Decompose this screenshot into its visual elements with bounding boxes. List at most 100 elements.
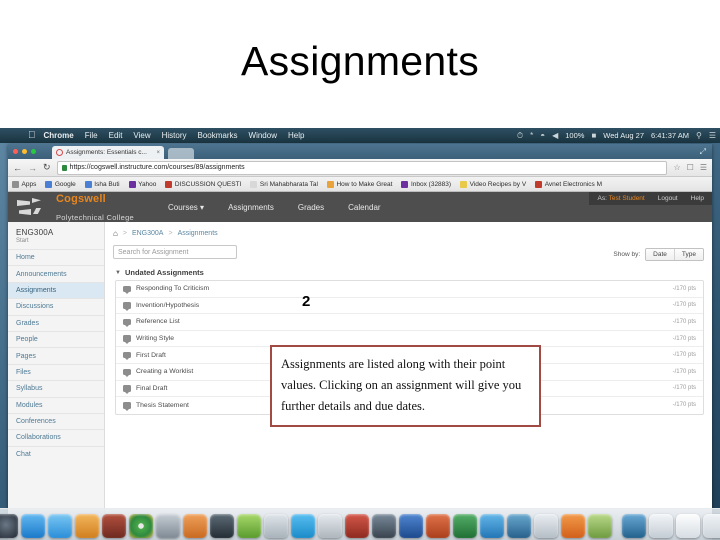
sidebar-item-grades[interactable]: Grades <box>8 314 104 331</box>
extension-icon[interactable]: ☐ <box>687 163 694 172</box>
bookmark-apps[interactable]: Apps <box>12 180 36 188</box>
facetime-icon[interactable] <box>209 514 234 538</box>
logout-link[interactable]: Logout <box>658 195 678 202</box>
nav-grades[interactable]: Grades <box>298 203 324 212</box>
ibooks-icon[interactable] <box>74 514 99 538</box>
chrome-menu-icon[interactable]: ☰ <box>700 163 707 172</box>
itunes-icon[interactable] <box>47 514 72 538</box>
documents-folder-icon[interactable] <box>675 514 700 538</box>
downloads-folder-icon[interactable] <box>648 514 673 538</box>
assignment-row[interactable]: Responding To Criticism -/170 pts <box>116 281 703 298</box>
menu-chrome[interactable]: Chrome <box>44 131 74 140</box>
battery-percent[interactable]: 100% <box>565 131 584 140</box>
photo-booth-icon[interactable] <box>155 514 180 538</box>
bookmark-sri-mahabharata[interactable]: Sri Mahabharata Tal <box>250 180 318 188</box>
home-icon[interactable]: ⌂ <box>113 229 118 238</box>
chevron-down-icon[interactable]: ▼ <box>115 270 121 276</box>
utilities-icon[interactable] <box>263 514 288 538</box>
keynote-icon[interactable] <box>182 514 207 538</box>
bookmark-discussion-questions[interactable]: DISCUSSION QUESTI <box>165 180 241 188</box>
menu-help[interactable]: Help <box>288 131 304 140</box>
mail-icon[interactable] <box>344 514 369 538</box>
menu-edit[interactable]: Edit <box>109 131 123 140</box>
menu-view[interactable]: View <box>133 131 150 140</box>
close-tab-icon[interactable]: × <box>156 150 160 156</box>
apple-logo-icon[interactable]:  <box>28 130 36 141</box>
powerpoint-icon[interactable] <box>425 514 450 538</box>
maps-icon[interactable] <box>587 514 612 538</box>
sidebar-item-syllabus[interactable]: Syllabus <box>8 380 104 396</box>
assignment-row[interactable]: Reference List -/170 pts <box>116 314 703 331</box>
sidebar-item-people[interactable]: People <box>8 330 104 347</box>
bookmark-star-icon[interactable]: ☆ <box>673 163 680 172</box>
bookmark-inbox[interactable]: Inbox (32883) <box>401 180 451 188</box>
cogswell-logo[interactable]: Cogswell Polytechnical College <box>17 189 134 225</box>
minimize-window-icon[interactable] <box>22 149 27 154</box>
messenger-icon[interactable] <box>479 514 504 538</box>
nav-assignments[interactable]: Assignments <box>228 203 274 212</box>
x11-icon[interactable] <box>533 514 558 538</box>
excel-icon[interactable] <box>452 514 477 538</box>
timemachine-status-icon[interactable]: ⏱ <box>517 131 523 141</box>
fullscreen-icon[interactable]: ⤢ <box>700 147 706 157</box>
sidebar-item-chat[interactable]: Chat <box>8 445 104 462</box>
nav-courses[interactable]: Courses ▾ <box>168 203 204 212</box>
vlc-icon[interactable] <box>560 514 585 538</box>
sidebar-item-collaborations[interactable]: Collaborations <box>8 429 104 445</box>
search-input[interactable]: Search for Assignment <box>113 245 237 259</box>
forward-icon[interactable]: → <box>28 163 37 173</box>
new-tab-button[interactable] <box>168 148 194 159</box>
wifi-status-icon[interactable]: ◓ <box>540 131 545 140</box>
sidebar-item-home[interactable]: Home <box>8 249 104 265</box>
show-by-date-button[interactable]: Date <box>646 249 674 260</box>
chrome-icon[interactable] <box>128 514 153 538</box>
show-by-toggle[interactable]: Date Type <box>645 248 704 261</box>
bookmark-video-recipes[interactable]: Video Recipes by V <box>460 180 526 188</box>
skype-icon[interactable] <box>290 514 315 538</box>
assignment-row[interactable]: Invention/Hypothesis -/170 pts <box>116 298 703 315</box>
volume-status-icon[interactable]: ◀ <box>552 131 558 140</box>
bookmark-google[interactable]: Google <box>45 180 76 188</box>
notification-center-icon[interactable]: ☰ <box>709 131 716 140</box>
bookmark-avnet[interactable]: Avnet Electronics M <box>535 180 602 188</box>
stack-icon[interactable] <box>702 514 720 538</box>
window-controls[interactable] <box>13 149 36 154</box>
bookmark-isha-buti[interactable]: Isha Buti <box>84 180 120 188</box>
bluetooth-status-icon[interactable]: * <box>530 131 533 140</box>
app-store-icon[interactable] <box>20 514 45 538</box>
bookmark-how-to-make-great[interactable]: How to Make Great <box>326 180 392 188</box>
show-by-type-button[interactable]: Type <box>673 249 703 260</box>
nav-calendar[interactable]: Calendar <box>348 203 380 212</box>
browser-tab[interactable]: Assignments: Essentials c... × <box>52 146 164 159</box>
zoom-window-icon[interactable] <box>31 149 36 154</box>
breadcrumb-course[interactable]: ENG300A <box>132 230 164 237</box>
menu-window[interactable]: Window <box>249 131 277 140</box>
preview-icon[interactable] <box>371 514 396 538</box>
sidebar-item-discussions[interactable]: Discussions <box>8 298 104 314</box>
sidebar-item-assignments[interactable]: Assignments <box>8 281 104 299</box>
close-window-icon[interactable] <box>13 149 18 154</box>
back-icon[interactable]: ← <box>13 163 22 173</box>
breadcrumb-assignments[interactable]: Assignments <box>178 230 218 237</box>
disk-utility-icon[interactable] <box>317 514 342 538</box>
sidebar-item-announcements[interactable]: Announcements <box>8 265 104 281</box>
menu-file[interactable]: File <box>85 131 98 140</box>
sidebar-item-pages[interactable]: Pages <box>8 347 104 363</box>
menu-history[interactable]: History <box>162 131 187 140</box>
battery-icon[interactable]: ■ <box>591 131 596 140</box>
sidebar-item-conferences[interactable]: Conferences <box>8 412 104 429</box>
garageband-icon[interactable] <box>101 514 126 538</box>
remote-desktop-icon[interactable] <box>506 514 531 538</box>
reload-icon[interactable]: ↻ <box>43 162 51 173</box>
menu-bookmarks[interactable]: Bookmarks <box>198 131 238 140</box>
spotlight-search-icon[interactable]: ⚲ <box>696 131 702 140</box>
help-link[interactable]: Help <box>691 195 704 202</box>
time-machine-icon[interactable] <box>621 514 646 538</box>
sidebar-item-files[interactable]: Files <box>8 363 104 380</box>
address-bar[interactable]: https://cogswell.instructure.com/courses… <box>56 160 668 175</box>
word-icon[interactable] <box>398 514 423 538</box>
safari-icon[interactable] <box>0 514 18 538</box>
sidebar-item-modules[interactable]: Modules <box>8 396 104 413</box>
bookmark-yahoo[interactable]: Yahoo <box>128 180 156 188</box>
numbers-icon[interactable] <box>236 514 261 538</box>
